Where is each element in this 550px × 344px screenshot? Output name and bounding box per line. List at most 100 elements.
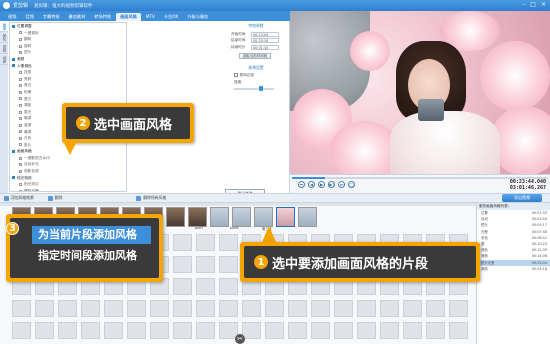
timeline-slot[interactable]	[265, 300, 284, 317]
timeline-slot[interactable]	[380, 300, 399, 317]
tree-item[interactable]: 一键调色	[10, 30, 126, 37]
tree-item[interactable]: 粉嫩	[10, 89, 126, 96]
checkbox-icon[interactable]	[19, 103, 22, 107]
tree-item[interactable]: 炫光特效	[10, 175, 126, 182]
tree-item[interactable]: 人像调色	[10, 63, 126, 70]
timeline-slot[interactable]	[426, 300, 445, 317]
timeline-slot[interactable]	[173, 234, 192, 251]
menu-add-to-current-clip[interactable]: 为当前片段添加风格	[32, 226, 151, 244]
close-icon[interactable]: ×	[541, 2, 546, 8]
checkbox-icon[interactable]	[19, 163, 22, 167]
timeline-slot[interactable]	[219, 234, 238, 251]
tree-item[interactable]: 阳光斑点	[10, 181, 126, 188]
tree-item[interactable]: 翻转	[10, 36, 126, 43]
checkbox-icon[interactable]	[19, 51, 22, 55]
tab-3[interactable]: 叠加素材	[65, 13, 90, 21]
delete-button[interactable]: 删除	[47, 195, 62, 201]
checkbox-icon[interactable]	[12, 176, 15, 180]
tree-item[interactable]: 祛斑	[10, 69, 126, 76]
timeline-slot[interactable]	[288, 300, 307, 317]
checkbox-icon[interactable]	[19, 136, 22, 140]
timeline-slot[interactable]	[12, 300, 31, 317]
maximize-icon[interactable]: □	[530, 2, 536, 8]
strength-slider[interactable]	[234, 86, 274, 91]
checkbox-icon[interactable]	[12, 57, 15, 61]
checkbox-icon[interactable]	[19, 123, 22, 127]
checkbox-icon[interactable]	[19, 37, 22, 41]
end-time-field[interactable]: 00:25:18	[251, 38, 279, 44]
checkbox-icon[interactable]	[19, 110, 22, 114]
checkbox-icon[interactable]	[19, 189, 22, 191]
player-control-0[interactable]: ⏮	[298, 181, 305, 188]
timeline-slot[interactable]	[219, 300, 238, 317]
timeline-slot[interactable]	[196, 322, 215, 339]
timeline-slot[interactable]	[196, 256, 215, 273]
tree-item[interactable]: 自动补光	[10, 161, 126, 168]
timeline-slot[interactable]	[173, 322, 192, 339]
tab-8[interactable]: 升级与服务	[183, 13, 212, 21]
tab-0[interactable]: 视频	[4, 13, 20, 21]
timeline-slot[interactable]	[311, 322, 330, 339]
timeline-clip[interactable]	[210, 207, 229, 227]
timeline-clip[interactable]	[298, 207, 317, 227]
checkbox-icon[interactable]	[12, 150, 15, 154]
pick-time-button[interactable]: 选取当前时间段	[239, 52, 271, 59]
tree-item[interactable]: 暖阳光晕	[10, 188, 126, 191]
checkbox-icon[interactable]	[19, 84, 22, 88]
tab-7[interactable]: 卡拉OK	[160, 13, 182, 21]
timeline-slot[interactable]	[219, 256, 238, 273]
checkbox-icon[interactable]	[19, 31, 22, 35]
timeline-clip[interactable]	[188, 207, 207, 227]
checkbox-icon[interactable]	[19, 156, 22, 160]
add-style-button[interactable]: 添加风格效果	[4, 195, 34, 201]
timeline-slot[interactable]	[58, 322, 77, 339]
checkbox-icon[interactable]	[19, 117, 22, 121]
smooth-transition-row[interactable]: 柔和过渡	[234, 73, 286, 78]
timeline-ruler[interactable]	[0, 203, 476, 206]
checkbox-icon[interactable]	[19, 143, 22, 147]
export-video-button[interactable]: 导出视频	[502, 194, 542, 202]
minimize-icon[interactable]: –	[522, 2, 525, 8]
timeline-slot[interactable]	[265, 322, 284, 339]
tree-item[interactable]: 旋转	[10, 43, 126, 50]
timeline-slot[interactable]	[288, 322, 307, 339]
timeline-slot[interactable]	[81, 300, 100, 317]
tree-item[interactable]: 镜头	[10, 49, 126, 56]
timeline-slot[interactable]	[81, 322, 100, 339]
tab-2[interactable]: 字幕特效	[39, 13, 64, 21]
timeline-slot[interactable]	[403, 322, 422, 339]
player-control-3[interactable]: ▶|	[328, 181, 335, 188]
timeline-slot[interactable]	[403, 300, 422, 317]
timeline-slot[interactable]	[173, 300, 192, 317]
timeline-slot[interactable]	[449, 322, 468, 339]
timeline-slot[interactable]	[242, 300, 261, 317]
checkbox-icon[interactable]	[19, 183, 22, 187]
tree-item[interactable]: 美白	[10, 82, 126, 89]
timeline-clip[interactable]	[166, 207, 185, 227]
timeline-slot[interactable]	[196, 278, 215, 295]
timeline-slot[interactable]	[334, 322, 353, 339]
player-control-4[interactable]: ⏭	[338, 181, 345, 188]
timeline-slot[interactable]	[35, 300, 54, 317]
checkbox-icon[interactable]	[19, 169, 22, 173]
timeline-slot[interactable]	[104, 300, 123, 317]
timeline-clip[interactable]	[254, 207, 273, 227]
tree-item[interactable]: 亮肤	[10, 76, 126, 83]
timeline-slot[interactable]	[380, 322, 399, 339]
side-tab-2[interactable]: 滤镜	[0, 43, 8, 54]
timeline-slot[interactable]	[334, 300, 353, 317]
smooth-checkbox[interactable]	[234, 73, 238, 77]
timeline-slot[interactable]	[357, 300, 376, 317]
checkbox-icon[interactable]	[19, 44, 22, 48]
tab-6[interactable]: MTV	[142, 13, 159, 21]
checkbox-icon[interactable]	[19, 70, 22, 74]
tab-1[interactable]: 音频	[21, 13, 37, 21]
tree-item[interactable]: 美颜	[10, 56, 126, 63]
delete-all-button[interactable]: 删除所有风格	[136, 195, 166, 201]
tree-item[interactable]: 电影色调	[10, 168, 126, 175]
player-control-1[interactable]: ◀	[308, 181, 315, 188]
checkbox-icon[interactable]	[12, 64, 15, 68]
player-control-2[interactable]: ▶	[318, 181, 325, 188]
tab-4[interactable]: 转场特效	[90, 13, 115, 21]
applied-style-row[interactable]: 美颜 00:25:18	[477, 266, 550, 272]
